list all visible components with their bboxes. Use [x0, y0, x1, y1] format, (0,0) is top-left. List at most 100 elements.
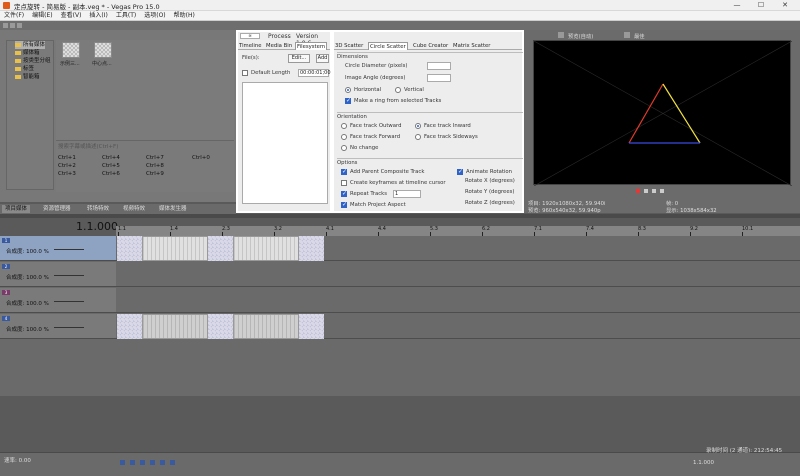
make-ring-checkbox[interactable]: [345, 97, 351, 104]
tree-item-all-media[interactable]: 所有媒体: [15, 41, 46, 49]
transition-region[interactable]: [117, 314, 142, 339]
toolbar-btn-c[interactable]: [17, 23, 22, 28]
tab-filesystem[interactable]: Filesystem: [295, 42, 328, 50]
stop-button[interactable]: [170, 460, 175, 465]
menu-options[interactable]: 选项(O): [140, 11, 169, 21]
media-thumb-1[interactable]: [62, 42, 80, 58]
level-slider[interactable]: [54, 301, 84, 302]
tab-explorer[interactable]: 资源管理器: [40, 205, 74, 213]
tab-circle-scatter[interactable]: Circle Scatter: [368, 42, 408, 50]
face-inward-radio[interactable]: [415, 123, 421, 129]
tab-timeline[interactable]: Timeline: [238, 42, 263, 50]
timeline-splitter[interactable]: [0, 214, 800, 218]
tab-3d-scatter[interactable]: 3D Scatter: [334, 42, 364, 50]
preview-mode-dropdown[interactable]: 预览(自动): [568, 32, 593, 40]
file-list[interactable]: [242, 82, 328, 204]
process-header: ≋ Process Version 1.0.6: [238, 32, 330, 47]
tree-item-media-bins[interactable]: 媒体箱: [15, 49, 40, 57]
play-button[interactable]: [150, 460, 155, 465]
video-clip[interactable]: [233, 314, 299, 339]
repeat-tracks-checkbox[interactable]: [341, 190, 347, 197]
tree-item-smart-bins[interactable]: 智能箱: [15, 73, 40, 81]
search-field[interactable]: 搜索字幕或描述(Ctrl+F): [58, 142, 118, 150]
edit-button[interactable]: Edit...: [288, 54, 310, 63]
rotate-z-label: Rotate Z (degrees): [465, 200, 515, 206]
menu-tools[interactable]: 工具(T): [112, 11, 140, 21]
transition-region[interactable]: [299, 236, 324, 261]
maximize-button[interactable]: ☐: [752, 0, 770, 11]
preview-quality-dropdown[interactable]: 最佳: [634, 32, 645, 40]
tab-project-media[interactable]: 项目媒体: [2, 205, 31, 213]
tree-item-tags[interactable]: 标签: [15, 65, 34, 73]
play-from-start-button[interactable]: [140, 460, 145, 465]
level-slider[interactable]: [54, 327, 84, 328]
transition-region[interactable]: [208, 314, 233, 339]
circle-diameter-input[interactable]: [427, 62, 451, 70]
toolbar-btn-a[interactable]: [3, 23, 8, 28]
track-compositing-label: 合成度: 100.0 %: [6, 249, 49, 255]
tab-cube-creator[interactable]: Cube Creator: [412, 42, 449, 50]
no-change-radio[interactable]: [341, 145, 347, 151]
tab-transitions[interactable]: 转场特效: [84, 205, 112, 213]
track-header-2[interactable]: 2 合成度: 100.0 %: [0, 262, 116, 287]
loop-button[interactable]: [130, 460, 135, 465]
no-change-label: No change: [350, 145, 379, 151]
tab-video-fx[interactable]: 视频特效: [120, 205, 148, 213]
toolbar-btn-b[interactable]: [10, 23, 15, 28]
preview-transport: [636, 189, 696, 194]
make-ring-label: Make a ring from selected Tracks: [354, 98, 442, 104]
face-forward-radio[interactable]: [341, 134, 347, 140]
repeat-tracks-input[interactable]: 1: [393, 190, 421, 198]
video-clip[interactable]: [142, 236, 208, 261]
vertical-radio[interactable]: [395, 87, 401, 93]
preview-quality-icon[interactable]: [624, 32, 630, 38]
transition-region[interactable]: [117, 236, 142, 261]
level-slider[interactable]: [54, 249, 84, 250]
match-aspect-checkbox[interactable]: [341, 201, 347, 208]
record-icon[interactable]: [636, 189, 640, 193]
tree-item-by-type[interactable]: 按类型分组: [15, 57, 51, 65]
close-button[interactable]: ✕: [776, 0, 794, 11]
menu-edit[interactable]: 编辑(E): [28, 11, 56, 21]
menu-view[interactable]: 查看(V): [57, 11, 86, 21]
track-lane-2: [116, 262, 800, 287]
record-button[interactable]: [120, 460, 125, 465]
track-header-1[interactable]: 1 合成度: 100.0 %: [0, 236, 116, 261]
process-tabs: Timeline Media Bin Filesystem: [238, 41, 330, 50]
horizontal-radio[interactable]: [345, 87, 351, 93]
menu-help[interactable]: 帮助(H): [170, 11, 199, 21]
folder-icon: [15, 74, 21, 79]
stop-icon[interactable]: [652, 189, 656, 193]
add-parent-checkbox[interactable]: [341, 168, 347, 175]
tab-media-bin[interactable]: Media Bin: [265, 42, 293, 50]
face-outward-radio[interactable]: [341, 123, 347, 129]
face-sideways-radio[interactable]: [415, 134, 421, 140]
add-button[interactable]: Add: [316, 54, 329, 63]
media-thumb-2[interactable]: [94, 42, 112, 58]
track-header-3[interactable]: 3 合成度: 100.0 %: [0, 288, 116, 313]
tab-media-generators[interactable]: 媒体发生器: [156, 205, 190, 213]
play-icon[interactable]: [644, 189, 648, 193]
image-angle-input[interactable]: [427, 74, 451, 82]
animate-rotation-checkbox[interactable]: [457, 168, 463, 175]
tab-matrix-scatter[interactable]: Matrix Scatter: [452, 42, 491, 50]
timeline-ruler[interactable]: 1.1 1.4 2.3 3.2 4.1 4.4 5.3 6.2 7.1 7.4 …: [116, 226, 800, 236]
pause-button[interactable]: [160, 460, 165, 465]
transition-region[interactable]: [208, 236, 233, 261]
default-length-checkbox[interactable]: [242, 70, 248, 76]
menu-insert[interactable]: 插入(I): [85, 11, 111, 21]
video-clip[interactable]: [233, 236, 299, 261]
level-slider[interactable]: [54, 275, 84, 276]
transition-region[interactable]: [299, 314, 324, 339]
track-header-4[interactable]: 4 合成度: 100.0 %: [0, 314, 116, 339]
video-canvas[interactable]: [533, 40, 793, 187]
ruler-tick: 1.1: [118, 226, 126, 236]
menu-file[interactable]: 文件(F): [0, 11, 28, 21]
preview-settings-icon[interactable]: [558, 32, 564, 38]
next-frame-icon[interactable]: [660, 189, 664, 193]
default-length-input[interactable]: 00:00:01;00: [298, 69, 331, 77]
track-number: 4: [2, 316, 10, 321]
minimize-button[interactable]: —: [728, 0, 746, 11]
create-keyframes-checkbox[interactable]: [341, 180, 347, 186]
video-clip[interactable]: [142, 314, 208, 339]
